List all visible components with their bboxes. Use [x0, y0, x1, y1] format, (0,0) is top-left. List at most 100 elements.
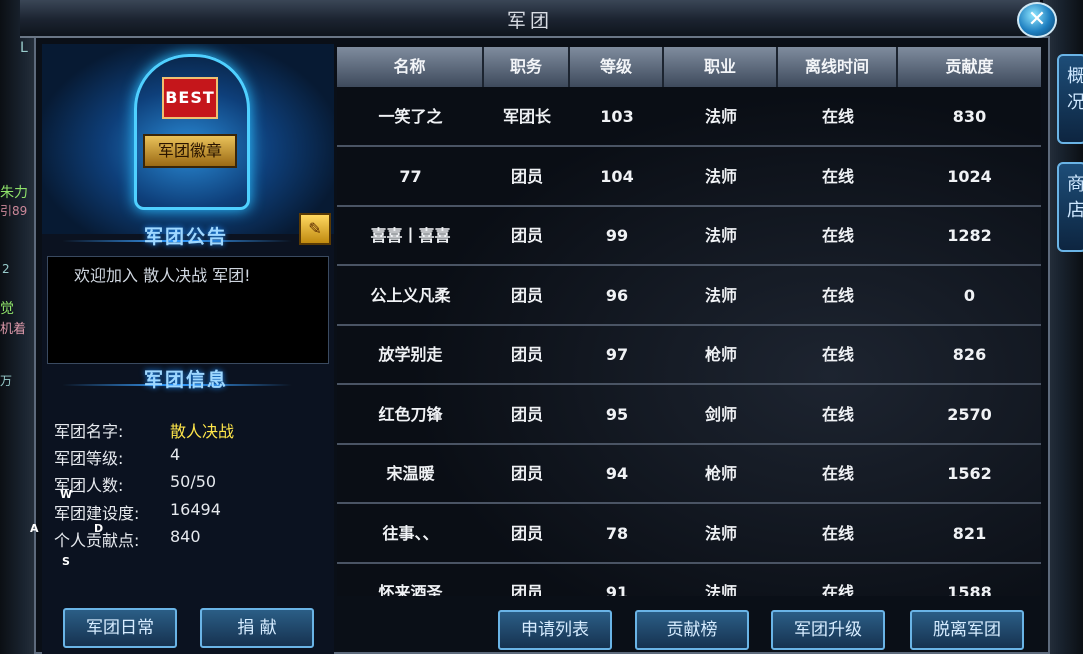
cell-class: 法师	[704, 583, 737, 596]
cell-level: 99	[605, 226, 629, 245]
cell-offline-time: 在线	[821, 404, 854, 424]
cell-offline-time: 在线	[821, 583, 854, 596]
guild-badge-button[interactable]: 军团徽章	[143, 134, 237, 168]
header-position[interactable]: 职务	[484, 47, 570, 87]
info-row-level: 军团等级: 4	[54, 445, 180, 469]
table-row[interactable]: 往事、、 团员 78 法师 在线 821	[337, 506, 1041, 564]
cell-position: 团员	[510, 464, 543, 483]
cell-level: 104	[600, 166, 634, 186]
leave-guild-button[interactable]: 脱离军团	[910, 610, 1024, 650]
cell-contribution: 821	[952, 523, 987, 543]
table-row[interactable]: 放学别走 团员 97 枪师 在线 826	[337, 327, 1041, 385]
cell-level: 97	[605, 345, 629, 364]
cell-name: 宋温暖	[386, 464, 435, 483]
cell-level: 91	[605, 583, 629, 596]
cell-offline-time: 在线	[821, 166, 854, 186]
table-header: 名称 职务 等级 职业 离线时间 贡献度	[337, 47, 1041, 87]
cell-position: 团员	[510, 583, 543, 596]
cell-position: 团员	[510, 285, 543, 305]
cell-class: 法师	[704, 523, 737, 543]
info-label: 军团建设度:	[54, 504, 140, 523]
cell-name: 怀来酒圣	[378, 583, 443, 596]
edge-text: 引89	[0, 204, 28, 218]
info-title: 军团信息	[143, 369, 228, 391]
close-icon[interactable]: ✕	[1017, 2, 1057, 38]
window-title: 军团	[506, 10, 553, 32]
info-value: 16494	[170, 500, 221, 519]
contribution-rank-button[interactable]: 贡献榜	[635, 610, 749, 650]
cell-class: 枪师	[704, 464, 737, 483]
table-row[interactable]: 宋温暖 团员 94 枪师 在线 1562	[337, 446, 1041, 504]
cell-class: 法师	[704, 166, 737, 186]
wasd-key-d: D	[94, 522, 104, 535]
guild-emblem-area: BEST 军团徽章	[42, 44, 334, 234]
cell-class: 法师	[704, 226, 737, 245]
apply-list-button[interactable]: 申请列表	[498, 610, 612, 650]
cell-offline-time: 在线	[821, 226, 854, 245]
guild-upgrade-button[interactable]: 军团升级	[771, 610, 885, 650]
cell-level: 95	[605, 404, 629, 424]
window-titlebar: 军团	[20, 0, 1040, 38]
wasd-key-a: A	[30, 522, 39, 535]
table-row[interactable]: 一笑了之 军团长 103 法师 在线 830	[337, 89, 1041, 147]
cell-level: 96	[605, 285, 629, 305]
edge-text: 朱力	[0, 185, 28, 201]
info-label: 军团等级:	[54, 449, 124, 468]
wasd-key-s: S	[62, 555, 70, 568]
table-row[interactable]: 公上义凡柔 团员 96 法师 在线 0	[337, 268, 1041, 326]
cell-name: 喜喜丨喜喜	[370, 226, 451, 245]
cell-offline-time: 在线	[821, 523, 854, 543]
header-class[interactable]: 职业	[664, 47, 778, 87]
cell-class: 枪师	[704, 345, 737, 364]
cell-contribution: 2570	[947, 404, 992, 424]
cell-class: 法师	[704, 107, 737, 126]
cell-name: 一笑了之	[378, 107, 443, 126]
notice-box: 欢迎加入 散人决战 军团!	[47, 256, 329, 364]
cell-contribution: 0	[963, 285, 976, 305]
cell-position: 军团长	[502, 107, 551, 126]
wasd-key-w: W	[60, 488, 73, 501]
cell-offline-time: 在线	[821, 107, 854, 126]
cell-contribution: 830	[952, 107, 987, 126]
cell-name: 红色刀锋	[378, 404, 443, 424]
header-level[interactable]: 等级	[570, 47, 664, 87]
cell-level: 103	[600, 107, 634, 126]
cell-offline-time: 在线	[821, 345, 854, 364]
edge-text: 机着	[0, 322, 27, 337]
edit-icon[interactable]: ✎	[299, 213, 331, 245]
side-tab-overview[interactable]: 概况	[1057, 54, 1083, 144]
cell-offline-time: 在线	[821, 464, 854, 483]
edge-text: 觉	[0, 301, 14, 317]
cell-position: 团员	[510, 345, 543, 364]
cell-name: 公上义凡柔	[370, 285, 451, 305]
cell-position: 团员	[510, 404, 543, 424]
info-row-name: 军团名字: 散人决战	[54, 418, 234, 442]
guild-daily-button[interactable]: 军团日常	[63, 608, 177, 648]
edge-text: L	[20, 40, 28, 56]
table-row[interactable]: 怀来酒圣 团员 91 法师 在线 1588	[337, 565, 1041, 596]
info-row-construction: 军团建设度: 16494	[54, 500, 221, 524]
cell-contribution: 1282	[947, 226, 992, 245]
cell-level: 78	[605, 523, 629, 543]
info-value: 4	[170, 445, 181, 464]
edge-text: 万	[0, 374, 13, 388]
header-name[interactable]: 名称	[337, 47, 484, 87]
cell-contribution: 826	[952, 345, 987, 364]
donate-button[interactable]: 捐 献	[200, 608, 314, 648]
header-offline-time[interactable]: 离线时间	[778, 47, 898, 87]
cell-name: 往事、、	[382, 523, 439, 543]
side-tab-shop[interactable]: 商店	[1057, 162, 1083, 252]
table-row[interactable]: 77 团员 104 法师 在线 1024	[337, 149, 1041, 207]
table-row[interactable]: 红色刀锋 团员 95 剑师 在线 2570	[337, 387, 1041, 445]
cell-contribution: 1562	[947, 464, 992, 483]
info-value: 840	[170, 527, 201, 546]
cell-position: 团员	[510, 226, 543, 245]
cell-class: 法师	[704, 285, 737, 305]
table-row[interactable]: 喜喜丨喜喜 团员 99 法师 在线 1282	[337, 208, 1041, 266]
header-contribution[interactable]: 贡献度	[898, 47, 1041, 87]
cell-contribution: 1024	[947, 166, 992, 186]
member-table: 名称 职务 等级 职业 离线时间 贡献度 一笑了之 军团长 103 法师 在线 830 77…	[337, 44, 1041, 596]
edge-text: 2	[2, 262, 10, 276]
info-label: 军团名字:	[54, 422, 124, 441]
best-emblem: BEST	[162, 77, 218, 119]
